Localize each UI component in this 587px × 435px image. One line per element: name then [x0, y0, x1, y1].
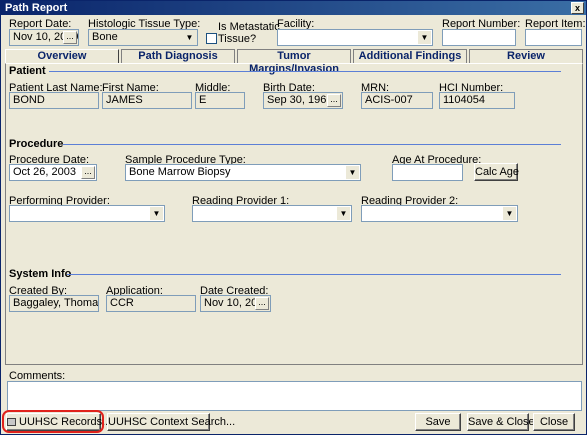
middle-value: E: [199, 94, 207, 106]
metastatic-checkbox[interactable]: [206, 33, 217, 44]
highlight-annotation: [2, 410, 104, 433]
age-field[interactable]: [392, 164, 463, 181]
created-by-field[interactable]: Baggaley, Thomas: [9, 295, 99, 312]
hci-value: 1104054: [443, 94, 486, 106]
save-close-button[interactable]: Save & Close: [467, 413, 535, 431]
system-info-section-divider: [67, 274, 561, 275]
window-title: Path Report: [5, 2, 68, 14]
sample-type-value: Bone Marrow Biopsy: [129, 166, 231, 178]
procedure-date-picker-button[interactable]: ...: [81, 166, 95, 179]
application-value: CCR: [110, 297, 134, 309]
chevron-down-icon[interactable]: ▼: [503, 207, 516, 220]
report-number-field[interactable]: [442, 29, 516, 46]
mrn-field[interactable]: ACIS-007: [361, 92, 433, 109]
patient-section-divider: [49, 71, 561, 72]
report-item-field[interactable]: [525, 29, 582, 46]
window-close-button[interactable]: x: [571, 2, 584, 14]
performing-provider-select[interactable]: ▼: [9, 205, 165, 222]
save-button[interactable]: Save: [415, 413, 461, 431]
patient-section-title: Patient: [9, 65, 46, 77]
procedure-section-divider: [63, 144, 561, 145]
reading-provider-1-select[interactable]: ▼: [192, 205, 352, 222]
tab-overview[interactable]: Overview: [5, 49, 119, 63]
calc-age-button[interactable]: Calc Age: [474, 163, 519, 181]
first-name-value: JAMES: [106, 94, 143, 106]
procedure-date-value: Oct 26, 2003: [13, 166, 76, 178]
title-bar: Path Report x: [1, 1, 586, 15]
application-field[interactable]: CCR: [106, 295, 196, 312]
tissue-type-select[interactable]: Bone ▼: [88, 29, 198, 46]
last-name-value: BOND: [13, 94, 45, 106]
first-name-field[interactable]: JAMES: [102, 92, 192, 109]
chevron-down-icon[interactable]: ▼: [337, 207, 350, 220]
birth-date-field[interactable]: Sep 30, 1969 ...: [263, 92, 343, 109]
sample-type-select[interactable]: Bone Marrow Biopsy ▼: [125, 164, 361, 181]
procedure-date-field[interactable]: Oct 26, 2003 ...: [9, 164, 97, 181]
middle-field[interactable]: E: [195, 92, 245, 109]
path-report-window: Path Report x Report Date: Nov 10, 2009 …: [0, 0, 587, 435]
mrn-value: ACIS-007: [365, 94, 413, 106]
tab-additional-findings[interactable]: Additional Findings: [353, 49, 467, 63]
tab-strip: Overview Path Diagnosis Tumor Margins/In…: [5, 49, 583, 75]
hci-field[interactable]: 1104054: [439, 92, 515, 109]
metastatic-label-2: Tissue?: [218, 33, 257, 45]
chevron-down-icon[interactable]: ▼: [183, 31, 196, 44]
uuhsc-context-search-button[interactable]: UUHSC Context Search...: [107, 413, 235, 431]
system-info-section-title: System Info: [9, 268, 72, 280]
chevron-down-icon[interactable]: ▼: [346, 166, 359, 179]
procedure-section-title: Procedure: [9, 138, 64, 150]
birth-date-picker-button[interactable]: ...: [327, 94, 341, 107]
birth-date-value: Sep 30, 1969: [267, 94, 333, 106]
created-by-value: Baggaley, Thomas: [13, 297, 99, 309]
chevron-down-icon[interactable]: ▼: [150, 207, 163, 220]
date-created-picker-button[interactable]: ...: [255, 297, 269, 310]
last-name-field[interactable]: BOND: [9, 92, 99, 109]
reading-provider-2-select[interactable]: ▼: [361, 205, 518, 222]
date-created-field[interactable]: Nov 10, 2009 ...: [200, 295, 271, 312]
report-date-picker-button[interactable]: ...: [63, 31, 77, 44]
facility-select[interactable]: ▼: [277, 29, 433, 46]
tab-review[interactable]: Review: [469, 49, 583, 63]
metastatic-label: Is Metastatic: [218, 21, 280, 33]
close-button[interactable]: Close: [533, 413, 575, 431]
chevron-down-icon[interactable]: ▼: [418, 31, 431, 44]
tissue-type-value: Bone: [92, 31, 118, 43]
comments-textarea[interactable]: [7, 381, 582, 411]
tab-path-diagnosis[interactable]: Path Diagnosis: [121, 49, 235, 63]
report-date-field[interactable]: Nov 10, 2009 ...: [9, 29, 79, 46]
tab-tumor-margins[interactable]: Tumor Margins/Invasion: [237, 49, 351, 75]
